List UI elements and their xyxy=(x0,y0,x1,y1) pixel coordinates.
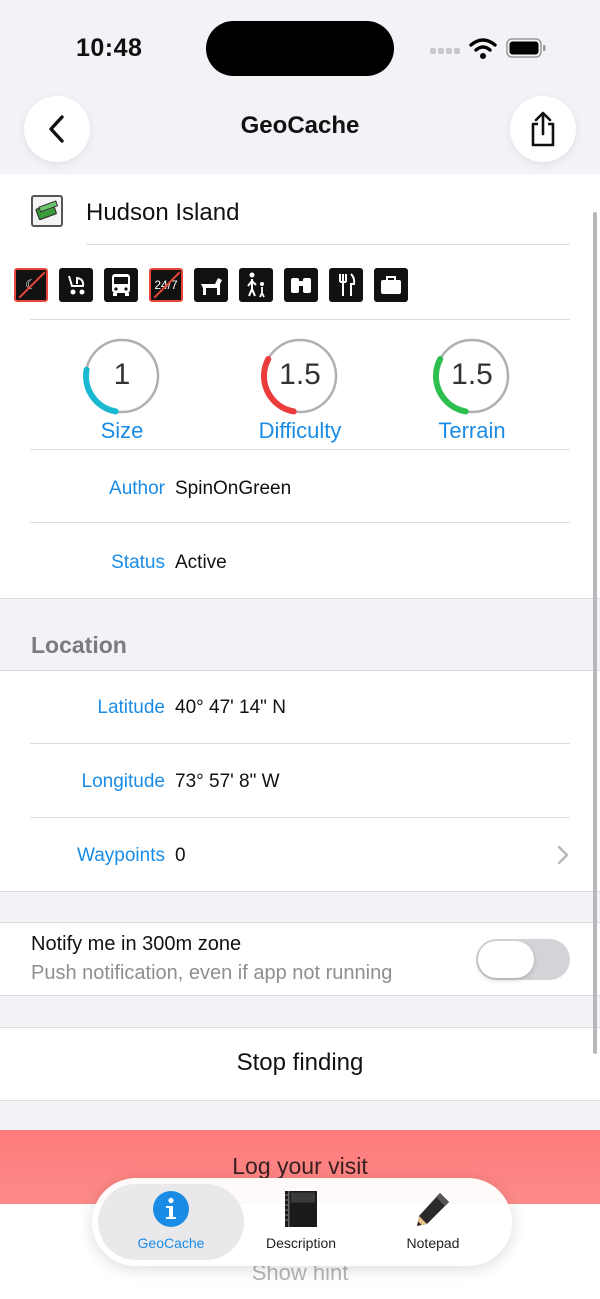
kids-icon[interactable] xyxy=(239,268,273,302)
night-cache-icon[interactable]: ☾ xyxy=(14,268,48,302)
info-icon xyxy=(153,1191,189,1227)
size-gauge[interactable]: 1 Size xyxy=(62,334,182,444)
bus-icon[interactable] xyxy=(104,268,138,302)
waypoints-label: Waypoints xyxy=(77,845,165,866)
food-icon[interactable] xyxy=(329,268,363,302)
tab-notepad[interactable]: Notepad xyxy=(360,1184,506,1260)
tab-geocache-label: GeoCache xyxy=(137,1235,205,1251)
tab-notepad-label: Notepad xyxy=(406,1235,460,1251)
size-label: Size xyxy=(100,418,144,443)
notify-toggle[interactable] xyxy=(476,939,570,980)
tab-description-label: Description xyxy=(265,1235,337,1251)
latitude-label: Latitude xyxy=(97,697,165,718)
divider xyxy=(30,743,570,744)
dynamic-island xyxy=(206,21,394,76)
longitude-value: 73° 57' 8" W xyxy=(175,771,280,792)
cache-info-card: Hudson Island ☾ 24/7 1 Size 1.5 Difficul… xyxy=(0,174,600,598)
divider xyxy=(30,522,570,523)
cache-title-row: Hudson Island xyxy=(0,174,600,246)
divider xyxy=(30,319,570,320)
divider xyxy=(0,598,600,599)
wifi-icon xyxy=(469,38,497,59)
scenic-view-icon[interactable] xyxy=(284,268,318,302)
divider xyxy=(86,244,570,245)
author-value[interactable]: SpinOnGreen xyxy=(175,478,291,500)
status-time: 10:48 xyxy=(76,34,143,62)
share-icon xyxy=(531,111,555,147)
difficulty-gauge[interactable]: 1.5 Difficulty xyxy=(240,334,360,444)
divider xyxy=(0,891,600,892)
location-card: Latitude 40° 47' 14" N Longitude 73° 57'… xyxy=(0,671,600,891)
stop-finding-label: Stop finding xyxy=(236,1049,364,1076)
navigation-bar: GeoCache xyxy=(0,96,600,172)
book-icon xyxy=(285,1191,317,1227)
battery-icon xyxy=(506,38,546,58)
pencil-icon xyxy=(417,1193,449,1226)
cellular-signal-icon xyxy=(430,44,460,54)
terrain-gauge[interactable]: 1.5 Terrain xyxy=(412,334,532,444)
dog-icon[interactable] xyxy=(194,268,228,302)
difficulty-label: Difficulty xyxy=(258,418,342,443)
status-bar: 10:48 xyxy=(0,0,600,96)
difficulty-value: 1.5 xyxy=(279,358,321,391)
available-24-7-icon[interactable]: 24/7 xyxy=(149,268,183,302)
longitude-label: Longitude xyxy=(81,771,165,792)
waypoints-row[interactable]: Waypoints 0 xyxy=(0,818,600,890)
notify-subtitle: Push notification, even if app not runni… xyxy=(31,962,393,984)
author-label: Author xyxy=(109,478,165,499)
stroller-icon[interactable] xyxy=(59,268,93,302)
traditional-cache-icon xyxy=(31,195,63,227)
tab-geocache[interactable]: GeoCache xyxy=(98,1184,244,1260)
location-section-header: Location xyxy=(31,632,127,658)
briefcase-icon[interactable] xyxy=(374,268,408,302)
tab-description[interactable]: Description xyxy=(228,1184,374,1260)
divider xyxy=(0,1100,600,1101)
chevron-right-icon xyxy=(557,845,569,865)
divider xyxy=(0,995,600,996)
notify-title: Notify me in 300m zone xyxy=(31,933,242,955)
status-label: Status xyxy=(111,552,165,573)
log-visit-label: Log your visit xyxy=(232,1153,368,1179)
divider xyxy=(30,449,570,450)
tab-bar: GeoCache Description Notepad xyxy=(92,1178,512,1266)
terrain-value: 1.5 xyxy=(451,358,493,391)
waypoints-value: 0 xyxy=(175,845,186,866)
toggle-knob xyxy=(478,941,534,978)
status-value: Active xyxy=(175,552,227,573)
latitude-value: 40° 47' 14" N xyxy=(175,697,286,718)
scrollbar[interactable] xyxy=(593,212,597,1054)
size-value: 1 xyxy=(113,358,131,391)
cache-name: Hudson Island xyxy=(86,199,240,226)
share-button[interactable] xyxy=(510,96,576,162)
terrain-label: Terrain xyxy=(438,418,506,443)
